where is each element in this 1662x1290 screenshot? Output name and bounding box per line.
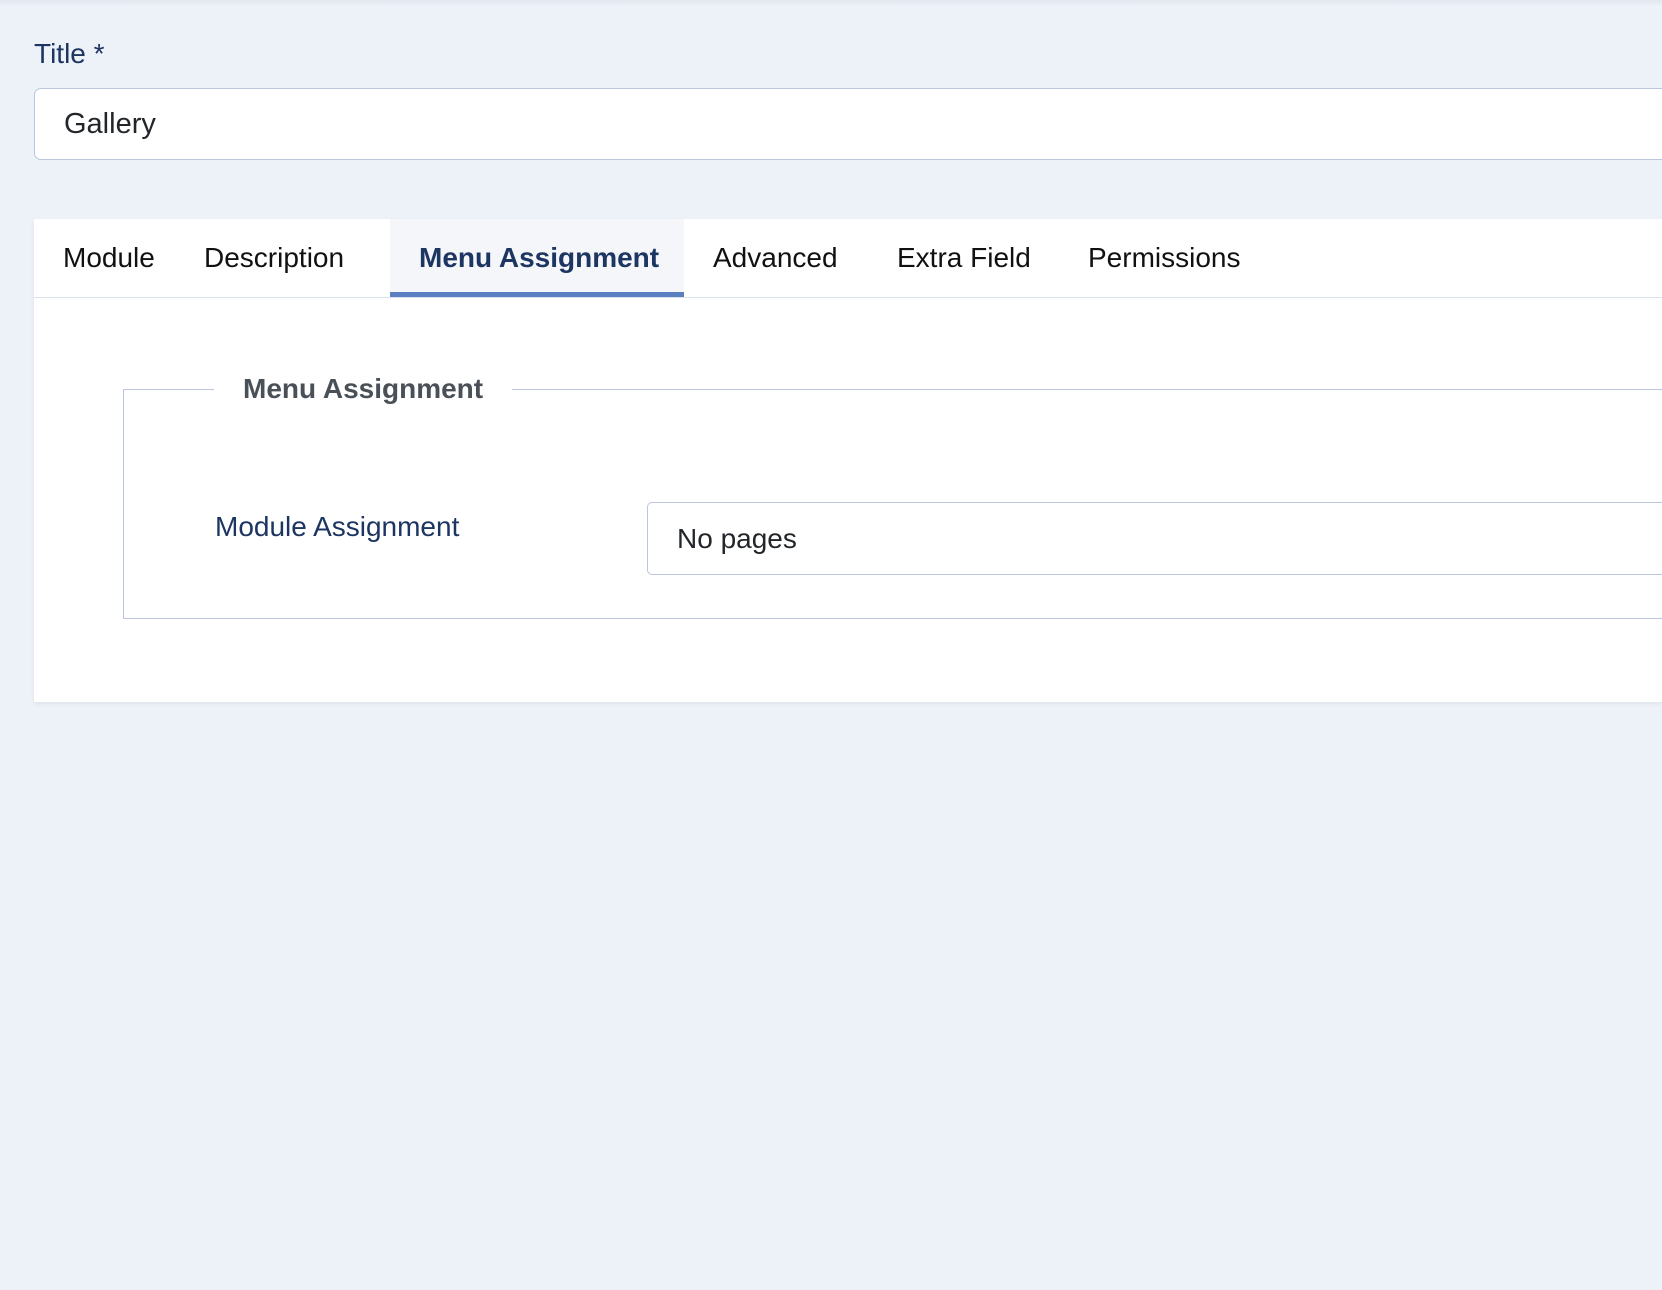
title-input[interactable]: Gallery xyxy=(34,88,1662,160)
tab-menu-assignment[interactable]: Menu Assignment xyxy=(390,219,684,297)
module-assignment-label: Module Assignment xyxy=(215,511,460,542)
fieldset-legend: Menu Assignment xyxy=(243,373,484,404)
tab-advanced[interactable]: Advanced xyxy=(684,219,867,297)
title-label: Title * xyxy=(34,38,105,69)
top-shadow xyxy=(0,0,1662,6)
module-tabs-card: Module Description Menu Assignment Advan… xyxy=(34,219,1662,702)
tab-description[interactable]: Description xyxy=(175,219,373,297)
tab-module[interactable]: Module xyxy=(34,219,184,297)
tab-extra-field[interactable]: Extra Field xyxy=(868,219,1060,297)
module-assignment-select[interactable]: No pages xyxy=(647,502,1662,575)
tab-bar: Module Description Menu Assignment Advan… xyxy=(34,219,1662,298)
menu-assignment-fieldset: Menu Assignment Module Assignment No pag… xyxy=(123,373,1662,619)
tab-permissions[interactable]: Permissions xyxy=(1059,219,1269,297)
